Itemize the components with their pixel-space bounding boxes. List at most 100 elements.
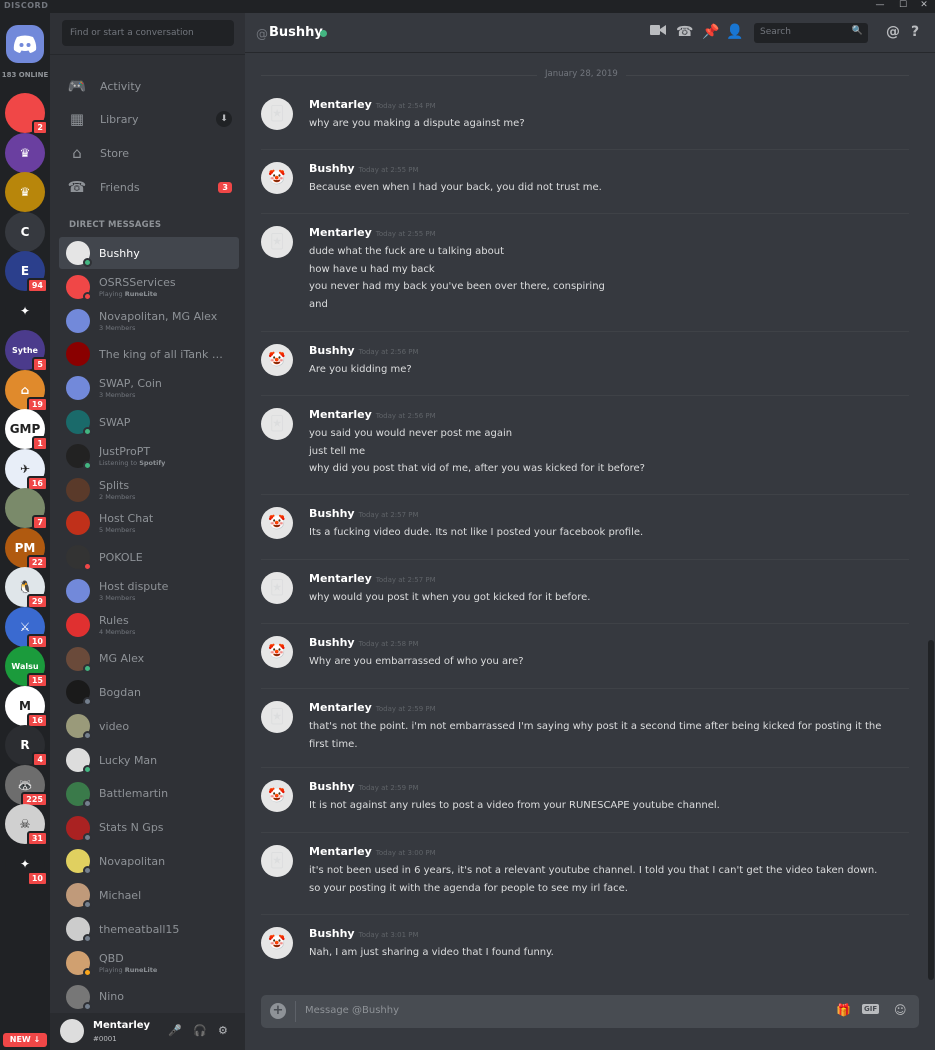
nav-friends[interactable]: ☎ Friends 3	[60, 172, 238, 202]
server-runner[interactable]: ✦ 10	[5, 843, 48, 886]
message-avatar[interactable]: 🤡	[261, 162, 293, 194]
chat-scrollbar[interactable]	[928, 640, 934, 980]
dm-item[interactable]: Host dispute 3 Members	[59, 575, 239, 607]
dm-item[interactable]: Splits 2 Members	[59, 474, 239, 506]
server-power-market[interactable]: PM 22	[5, 527, 48, 570]
message-avatar[interactable]: 🤡	[261, 507, 293, 539]
message-author[interactable]: Mentarley Today at 2:54 PM	[309, 98, 436, 111]
author-name[interactable]: Mentarley	[309, 226, 372, 239]
message-avatar[interactable]: 🤡	[261, 636, 293, 668]
server-penguin[interactable]: 🐧 29	[5, 567, 48, 609]
message-author[interactable]: Bushhy Today at 2:56 PM	[309, 344, 419, 357]
add-friend-icon[interactable]: 👤	[726, 24, 743, 40]
message-author[interactable]: Mentarley Today at 2:57 PM	[309, 572, 436, 585]
server-house[interactable]: ⌂ 19	[5, 369, 48, 412]
message-avatar[interactable]: 🃏	[261, 701, 293, 733]
message-author[interactable]: Bushhy Today at 3:01 PM	[309, 927, 419, 940]
new-mentions-button[interactable]: NEW ↓	[3, 1033, 47, 1047]
nav-store[interactable]: ⌂ Store	[60, 138, 238, 168]
author-name[interactable]: Bushhy	[309, 162, 355, 175]
pin-icon[interactable]: 📌	[702, 24, 719, 40]
close-button[interactable]: ✕	[912, 0, 935, 10]
server-m-logo[interactable]: M 16	[5, 685, 48, 728]
server-wings[interactable]: ✈ 16	[5, 448, 48, 491]
dm-item[interactable]: Bogdan	[59, 676, 239, 708]
message-avatar[interactable]: 🃏	[261, 226, 293, 258]
message-author[interactable]: Bushhy Today at 2:57 PM	[309, 507, 419, 520]
dm-item[interactable]: The king of all iTank Pe...	[59, 338, 239, 370]
message-author[interactable]: Bushhy Today at 2:59 PM	[309, 780, 419, 793]
author-name[interactable]: Mentarley	[309, 98, 372, 111]
message-avatar[interactable]: 🤡	[261, 780, 293, 812]
dm-item[interactable]: QBD Playing RuneLite	[59, 947, 239, 979]
server-warrior[interactable]: ⚔ 10	[5, 606, 48, 649]
dm-item[interactable]: Rules 4 Members	[59, 609, 239, 641]
server-crown-purple[interactable]: ♛	[5, 132, 45, 173]
dm-item[interactable]: Lucky Man	[59, 744, 239, 776]
message-author[interactable]: Bushhy Today at 2:55 PM	[309, 162, 419, 175]
author-name[interactable]: Bushhy	[309, 780, 355, 793]
author-name[interactable]: Mentarley	[309, 845, 372, 858]
server-plague[interactable]: ☠ 31	[5, 804, 48, 846]
nav-activity[interactable]: 🎮 Activity	[60, 71, 238, 101]
dm-item[interactable]: Bushhy	[59, 237, 239, 269]
emoji-icon[interactable]: ☺	[894, 1003, 907, 1017]
server-gmp[interactable]: GMP 1	[5, 409, 48, 451]
dm-item[interactable]: themeatball15	[59, 913, 239, 945]
dm-item[interactable]: Battlemartin	[59, 778, 239, 810]
nav-library[interactable]: ▦ Library ⬇	[60, 104, 238, 134]
dm-item[interactable]: POKOLE	[59, 541, 239, 573]
message-avatar[interactable]: 🃏	[261, 98, 293, 130]
author-name[interactable]: Bushhy	[309, 507, 355, 520]
message-author[interactable]: Mentarley Today at 2:56 PM	[309, 408, 436, 421]
dm-item[interactable]: SWAP	[59, 406, 239, 438]
help-icon[interactable]: ?	[911, 24, 919, 40]
video-call-icon[interactable]	[650, 24, 666, 40]
server-discord-red[interactable]: 2	[5, 93, 48, 135]
message-avatar[interactable]: 🃏	[261, 572, 293, 604]
dm-item[interactable]: Nino	[59, 981, 239, 1013]
author-name[interactable]: Mentarley	[309, 572, 372, 585]
dm-item[interactable]: SWAP, Coin 3 Members	[59, 372, 239, 404]
author-name[interactable]: Mentarley	[309, 408, 372, 421]
server-walsu-gold[interactable]: Walsu 15	[5, 646, 48, 688]
server-r-logo[interactable]: R4	[5, 725, 48, 767]
dm-item[interactable]: OSRSServices Playing RuneLite	[59, 271, 239, 303]
gif-icon[interactable]: GIF	[862, 1004, 880, 1014]
server-e-logo[interactable]: E 94	[5, 251, 48, 293]
mentions-icon[interactable]: @	[886, 24, 900, 40]
message-avatar[interactable]: 🤡	[261, 927, 293, 959]
dm-item[interactable]: Michael	[59, 879, 239, 911]
author-name[interactable]: Bushhy	[309, 636, 355, 649]
message-avatar[interactable]: 🃏	[261, 408, 293, 440]
search-input[interactable]: Search 🔍	[754, 23, 868, 43]
server-raccoon[interactable]: 🦝 225	[5, 764, 48, 807]
author-name[interactable]: Mentarley	[309, 701, 372, 714]
home-button[interactable]	[6, 25, 44, 63]
server-letter-c[interactable]: C	[5, 211, 45, 252]
attach-plus-icon[interactable]: +	[270, 1003, 286, 1019]
server-sythe[interactable]: Sythe 5	[5, 330, 48, 372]
dm-item[interactable]: Novapolitan, MG Alex 3 Members	[59, 305, 239, 337]
server-crown-gold[interactable]: ♛	[5, 172, 45, 212]
dm-item[interactable]: Host Chat 5 Members	[59, 507, 239, 539]
message-author[interactable]: Mentarley Today at 2:55 PM	[309, 226, 436, 239]
message-author[interactable]: Bushhy Today at 2:58 PM	[309, 636, 419, 649]
microphone-icon[interactable]: 🎤	[168, 1024, 182, 1037]
author-name[interactable]: Bushhy	[309, 344, 355, 357]
message-avatar[interactable]: 🤡	[261, 344, 293, 376]
headphones-icon[interactable]: 🎧	[193, 1024, 207, 1037]
server-gems[interactable]: ✦	[5, 290, 45, 331]
dm-item[interactable]: MG Alex	[59, 643, 239, 675]
message-author[interactable]: Mentarley Today at 3:00 PM	[309, 845, 436, 858]
dm-item[interactable]: Stats N Gps	[59, 812, 239, 844]
server-photo[interactable]: 7	[5, 488, 48, 530]
voice-call-icon[interactable]: ☎	[676, 24, 693, 40]
user-avatar[interactable]	[60, 1019, 84, 1043]
find-conversation-input[interactable]: Find or start a conversation	[62, 20, 234, 46]
gift-icon[interactable]: 🎁	[836, 1003, 851, 1017]
download-icon[interactable]: ⬇	[216, 111, 232, 127]
dm-item[interactable]: JustProPT Listening to Spotify	[59, 440, 239, 472]
message-author[interactable]: Mentarley Today at 2:59 PM	[309, 701, 436, 714]
message-avatar[interactable]: 🃏	[261, 845, 293, 877]
